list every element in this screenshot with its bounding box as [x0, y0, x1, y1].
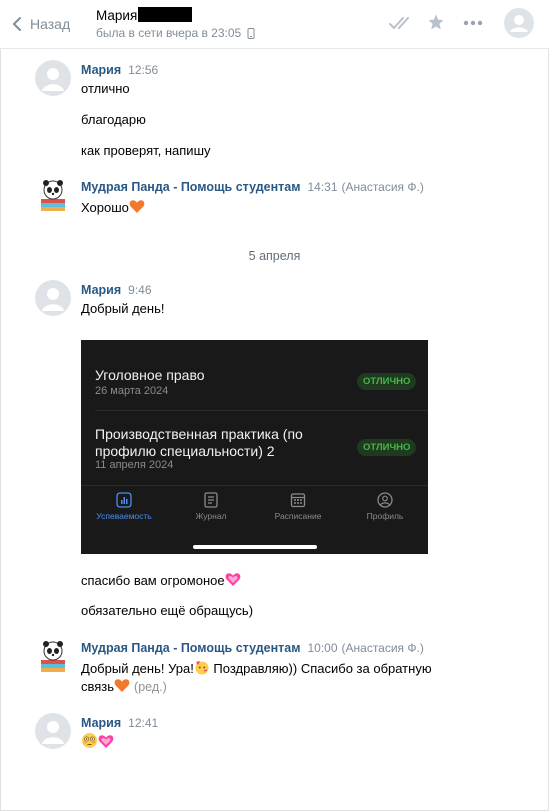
sparkling-heart-icon [225, 573, 240, 586]
panda-avatar-icon [41, 180, 65, 211]
date-separator: 5 апреля [248, 249, 301, 263]
author-name[interactable]: Мария [81, 63, 121, 77]
message-time: 10:00 [307, 641, 338, 655]
peer-status: была в сети вчера в 23:05 [96, 26, 255, 40]
avatar[interactable] [35, 638, 71, 674]
home-indicator [193, 545, 317, 549]
message-text-content: спасибо вам огромоное [81, 573, 225, 588]
author-name[interactable]: Мудрая Панда - Помощь студентам [81, 180, 300, 194]
bar-chart-icon [116, 492, 132, 508]
divider [95, 410, 428, 411]
tab-profile: Профиль [345, 492, 425, 521]
author-name[interactable]: Мария [81, 716, 121, 730]
orange-heart-icon [129, 200, 145, 213]
more-horizontal-icon[interactable] [463, 20, 483, 26]
back-label: Назад [30, 16, 71, 32]
calendar-icon [290, 493, 306, 508]
message-text: отлично [81, 81, 130, 96]
message-text: как проверят, напишу [81, 143, 211, 158]
message-text: спасибо вам огромоное [81, 572, 241, 588]
tab-journal: Журнал [171, 492, 251, 521]
partying-face-icon [195, 661, 209, 675]
tab-label: Успеваемость [96, 511, 152, 521]
back-button[interactable]: Назад [12, 12, 70, 36]
message-text: связь (ред.) [81, 678, 167, 694]
grade-badge: ОТЛИЧНО [357, 439, 417, 456]
journal-icon [204, 492, 218, 508]
avatar[interactable] [35, 713, 71, 749]
message-text-content: Поздравляю)) Спасибо за обратную [209, 661, 432, 676]
message-author[interactable]: Мария 12:41 [81, 716, 158, 730]
grade-date: 26 марта 2024 [95, 385, 169, 397]
edited-label[interactable]: (ред.) [134, 680, 167, 694]
user-avatar-icon [42, 721, 64, 744]
grade-subject: Производственная практика (по профилю спе… [95, 426, 303, 460]
chat-header: Назад Мария была в сети вчера в 23:05 [0, 0, 549, 49]
tab-label: Журнал [195, 511, 227, 521]
author-name[interactable]: Мария [81, 283, 121, 297]
avatar[interactable] [35, 177, 71, 213]
message-author[interactable]: Мудрая Панда - Помощь студентам 10:00 (Ана… [81, 641, 424, 655]
message-author[interactable]: Мария 9:46 [81, 283, 152, 297]
message-text: Добрый день! [81, 301, 165, 316]
message-time: 9:46 [128, 283, 152, 297]
sender-note: (Анастасия Ф.) [341, 641, 424, 655]
tab-label: Профиль [366, 511, 404, 521]
sender-note: (Анастасия Ф.) [341, 180, 424, 194]
orange-heart-icon [114, 679, 130, 692]
message-text-content: Хорошо [81, 200, 129, 215]
user-avatar-icon [42, 68, 64, 91]
attached-screenshot[interactable]: Уголовное право 26 марта 2024 ОТЛИЧНО Пр… [81, 340, 428, 554]
message-text: обязательно ещё обращусь) [81, 603, 254, 618]
message-time: 12:56 [128, 63, 159, 77]
message-author[interactable]: Мудрая Панда - Помощь студентам 14:31 (Ана… [81, 180, 424, 194]
message-text-content: связь [81, 679, 115, 694]
peer-avatar-icon[interactable] [504, 8, 534, 38]
panda-avatar-icon [41, 641, 65, 672]
app-tab-bar: Успеваемость Журнал Расписание Профиль [81, 485, 428, 530]
redaction-bar [138, 7, 193, 22]
tab-progress: Успеваемость [84, 492, 164, 521]
grade-badge: ОТЛИЧНО [357, 373, 417, 390]
chevron-left-icon [13, 17, 21, 31]
grade-subject-line: Производственная практика (по [95, 426, 303, 442]
flushed-face-icon [82, 733, 97, 748]
mobile-phone-icon [247, 27, 255, 39]
message-emoji-row [81, 732, 114, 750]
grade-subject: Уголовное право [95, 367, 205, 383]
peer-name-text: Мария [96, 8, 138, 23]
tab-schedule: Расписание [258, 492, 338, 521]
peer-status-text: была в сети вчера в 23:05 [96, 26, 242, 40]
profile-icon [377, 492, 393, 508]
message-text: Хорошо [81, 199, 145, 215]
star-icon[interactable] [427, 13, 445, 31]
avatar[interactable] [35, 280, 71, 316]
author-name[interactable]: Мудрая Панда - Помощь студентам [81, 641, 300, 655]
grade-date: 11 апреля 2024 [95, 459, 174, 471]
tab-label: Расписание [274, 511, 322, 521]
grade-subject-line: профилю специальности) 2 [95, 443, 275, 459]
message-time: 12:41 [128, 716, 159, 730]
sparkling-heart-icon [98, 735, 114, 748]
message-text-content: Добрый день! Ура! [81, 661, 194, 676]
peer-name[interactable]: Мария [96, 7, 193, 23]
message-author[interactable]: Мария 12:56 [81, 63, 158, 77]
message-text: благодарю [81, 112, 146, 127]
message-text: Добрый день! Ура! Поздравляю)) Спасибо з… [81, 659, 432, 676]
double-check-icon[interactable] [389, 15, 415, 31]
avatar[interactable] [35, 60, 71, 96]
message-time: 14:31 [307, 180, 338, 194]
user-avatar-icon [42, 288, 64, 311]
